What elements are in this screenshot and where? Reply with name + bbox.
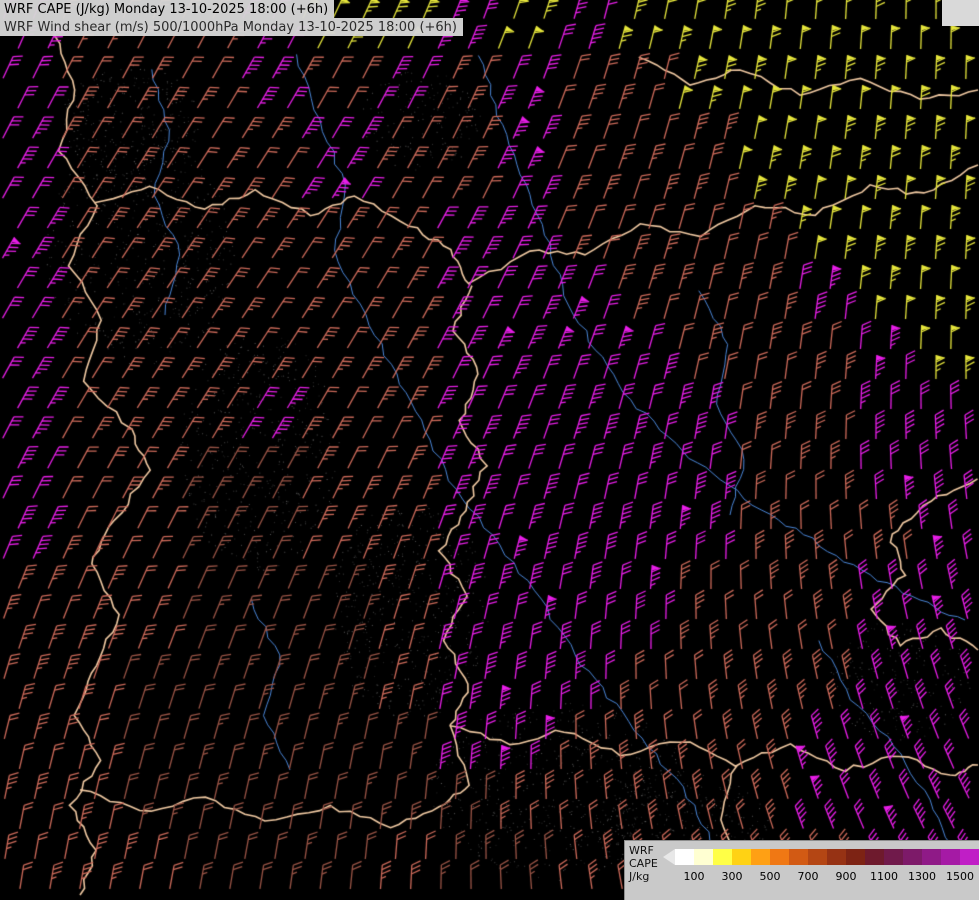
wind-barb-map-canvas (0, 0, 979, 900)
legend-swatch (884, 849, 903, 865)
legend-swatch (903, 849, 922, 865)
legend-tick-labels: 100 300 500 700 900 1100 1300 1500 (663, 870, 979, 886)
corner-patch (942, 0, 979, 26)
legend-swatch (694, 849, 713, 865)
legend-tick-label: 100 (684, 870, 705, 883)
legend-swatch (770, 849, 789, 865)
legend-tick-label: 300 (722, 870, 743, 883)
legend-arrow (663, 849, 675, 865)
legend-swatch (960, 849, 979, 865)
legend-swatch (751, 849, 770, 865)
legend-swatch (713, 849, 732, 865)
map-title-wind-shear: WRF Wind shear (m/s) 500/1000hPa Monday … (0, 18, 463, 36)
legend-swatch (846, 849, 865, 865)
legend-swatch (827, 849, 846, 865)
legend-swatch (941, 849, 960, 865)
legend-swatch (789, 849, 808, 865)
legend-title-units: J/kg (629, 870, 663, 883)
legend-tick-label: 500 (760, 870, 781, 883)
legend-tick-label: 900 (836, 870, 857, 883)
legend-title-block: WRF CAPE J/kg (625, 841, 663, 900)
legend-title-model: WRF (629, 844, 663, 857)
legend-swatch (922, 849, 941, 865)
legend-tick-label: 1500 (946, 870, 974, 883)
legend-swatch (675, 849, 694, 865)
legend-tick-label: 700 (798, 870, 819, 883)
legend-tick-label: 1300 (908, 870, 936, 883)
legend-tick-label: 1100 (870, 870, 898, 883)
legend-swatch (732, 849, 751, 865)
wrf-weather-map: WRF CAPE (J/kg) Monday 13-10-2025 18:00 … (0, 0, 979, 900)
legend-body: 100 300 500 700 900 1100 1300 1500 (663, 841, 979, 900)
map-header: WRF CAPE (J/kg) Monday 13-10-2025 18:00 … (0, 0, 463, 36)
cape-legend: WRF CAPE J/kg 100 300 500 700 900 1100 1300 150… (624, 840, 979, 900)
legend-swatch (865, 849, 884, 865)
legend-colorbar (663, 849, 979, 865)
legend-swatch (808, 849, 827, 865)
map-title-cape: WRF CAPE (J/kg) Monday 13-10-2025 18:00 … (0, 0, 334, 18)
legend-title-parameter: CAPE (629, 857, 663, 870)
